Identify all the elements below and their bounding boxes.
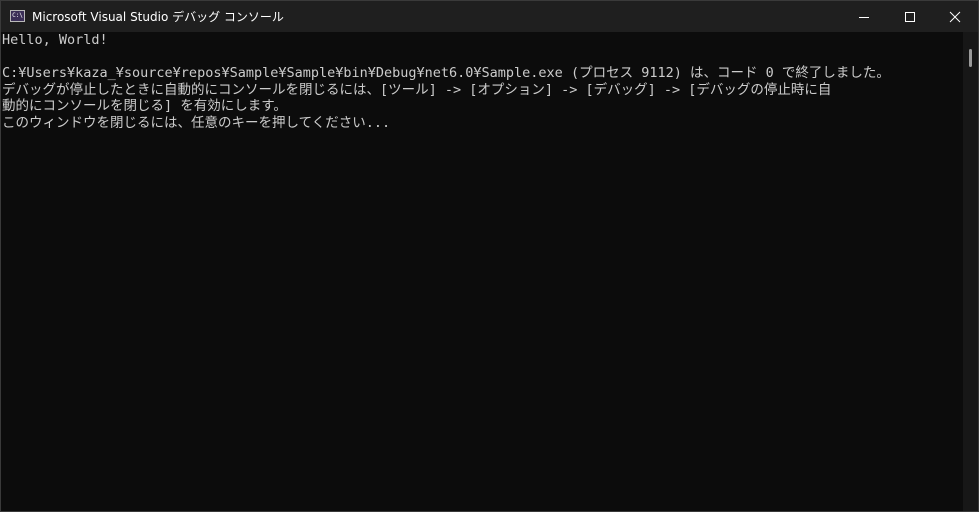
console-line <box>1 49 964 66</box>
close-icon <box>949 11 961 22</box>
title-bar[interactable]: C:\ Microsoft Visual Studio デバッグ コンソール <box>1 1 978 32</box>
vertical-scrollbar[interactable] <box>963 32 978 511</box>
console-line: デバッグが停止したときに自動的にコンソールを閉じるには、[ツール] -> [オプ… <box>2 81 832 98</box>
close-button[interactable] <box>932 1 978 32</box>
maximize-icon <box>905 11 915 22</box>
scrollbar-thumb[interactable] <box>969 49 972 67</box>
console-output[interactable]: Hello, World! C:¥Users¥kaza_¥source¥repo… <box>1 32 964 511</box>
console-line: Hello, World! <box>2 32 108 48</box>
console-app-icon: C:\ <box>10 10 25 22</box>
window-title: Microsoft Visual Studio デバッグ コンソール <box>32 10 284 24</box>
maximize-button[interactable] <box>887 1 933 32</box>
minimize-icon <box>859 16 869 18</box>
console-line: 動的にコンソールを閉じる] を有効にします。 <box>2 98 287 114</box>
console-line: このウィンドウを閉じるには、任意のキーを押してください... <box>2 114 391 131</box>
minimize-button[interactable] <box>841 1 887 32</box>
console-line: C:¥Users¥kaza_¥source¥repos¥Sample¥Sampl… <box>2 65 890 81</box>
console-window: C:\ Microsoft Visual Studio デバッグ コンソール H… <box>0 0 979 512</box>
